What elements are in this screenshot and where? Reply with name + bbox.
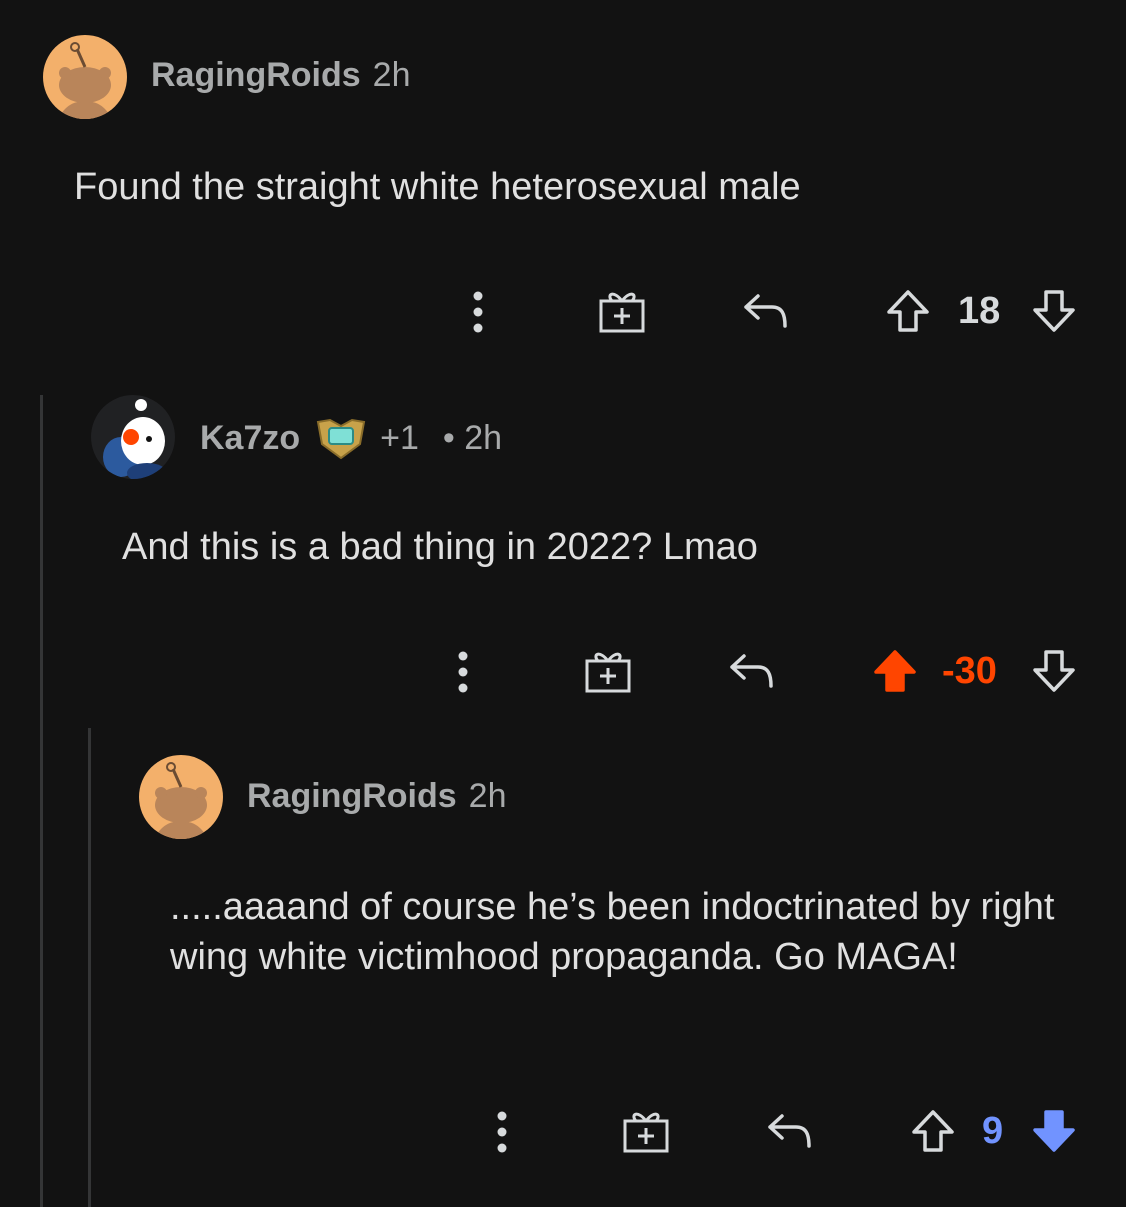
avatar[interactable]: [139, 755, 223, 839]
thread-line-level-2[interactable]: [88, 728, 91, 1207]
username[interactable]: RagingRoids: [247, 777, 457, 816]
flair-badge-icon: [316, 418, 366, 460]
thread-line-level-1[interactable]: [40, 395, 43, 1207]
upvote-icon[interactable]: [910, 1108, 956, 1154]
reply-icon[interactable]: [766, 1112, 812, 1150]
more-options-icon[interactable]: [490, 1110, 514, 1154]
vote-score: -30: [942, 650, 997, 692]
upvote-icon[interactable]: [885, 288, 931, 334]
avatar[interactable]: [91, 395, 175, 479]
timestamp: 2h: [372, 56, 411, 94]
more-options-icon[interactable]: [451, 650, 475, 694]
flair-count: +1: [380, 418, 419, 457]
downvote-icon[interactable]: [1031, 1108, 1077, 1154]
comment-body: Found the straight white heterosexual ma…: [74, 166, 801, 208]
downvote-icon[interactable]: [1031, 288, 1077, 334]
comment-header: RagingRoids 2h: [247, 777, 507, 816]
username[interactable]: Ka7zo: [200, 419, 300, 458]
avatar[interactable]: [43, 35, 127, 119]
timestamp: • 2h: [442, 418, 503, 457]
vote-score: 9: [982, 1110, 1004, 1152]
timestamp: 2h: [468, 777, 507, 815]
upvote-icon[interactable]: [872, 648, 918, 694]
comment-header: RagingRoids 2h: [151, 56, 411, 95]
comment-header: Ka7zo +1 • 2h: [200, 416, 502, 460]
award-icon[interactable]: [584, 648, 632, 694]
award-icon[interactable]: [622, 1108, 670, 1154]
more-options-icon[interactable]: [466, 290, 490, 334]
username[interactable]: RagingRoids: [151, 56, 361, 95]
reply-icon[interactable]: [742, 292, 788, 330]
reply-icon[interactable]: [728, 652, 774, 690]
downvote-icon[interactable]: [1031, 648, 1077, 694]
comment-body: And this is a bad thing in 2022? Lmao: [122, 526, 758, 568]
comment-body: .....aaaand of course he’s been indoctri…: [170, 886, 1055, 978]
award-icon[interactable]: [598, 288, 646, 334]
vote-score: 18: [958, 290, 1001, 332]
